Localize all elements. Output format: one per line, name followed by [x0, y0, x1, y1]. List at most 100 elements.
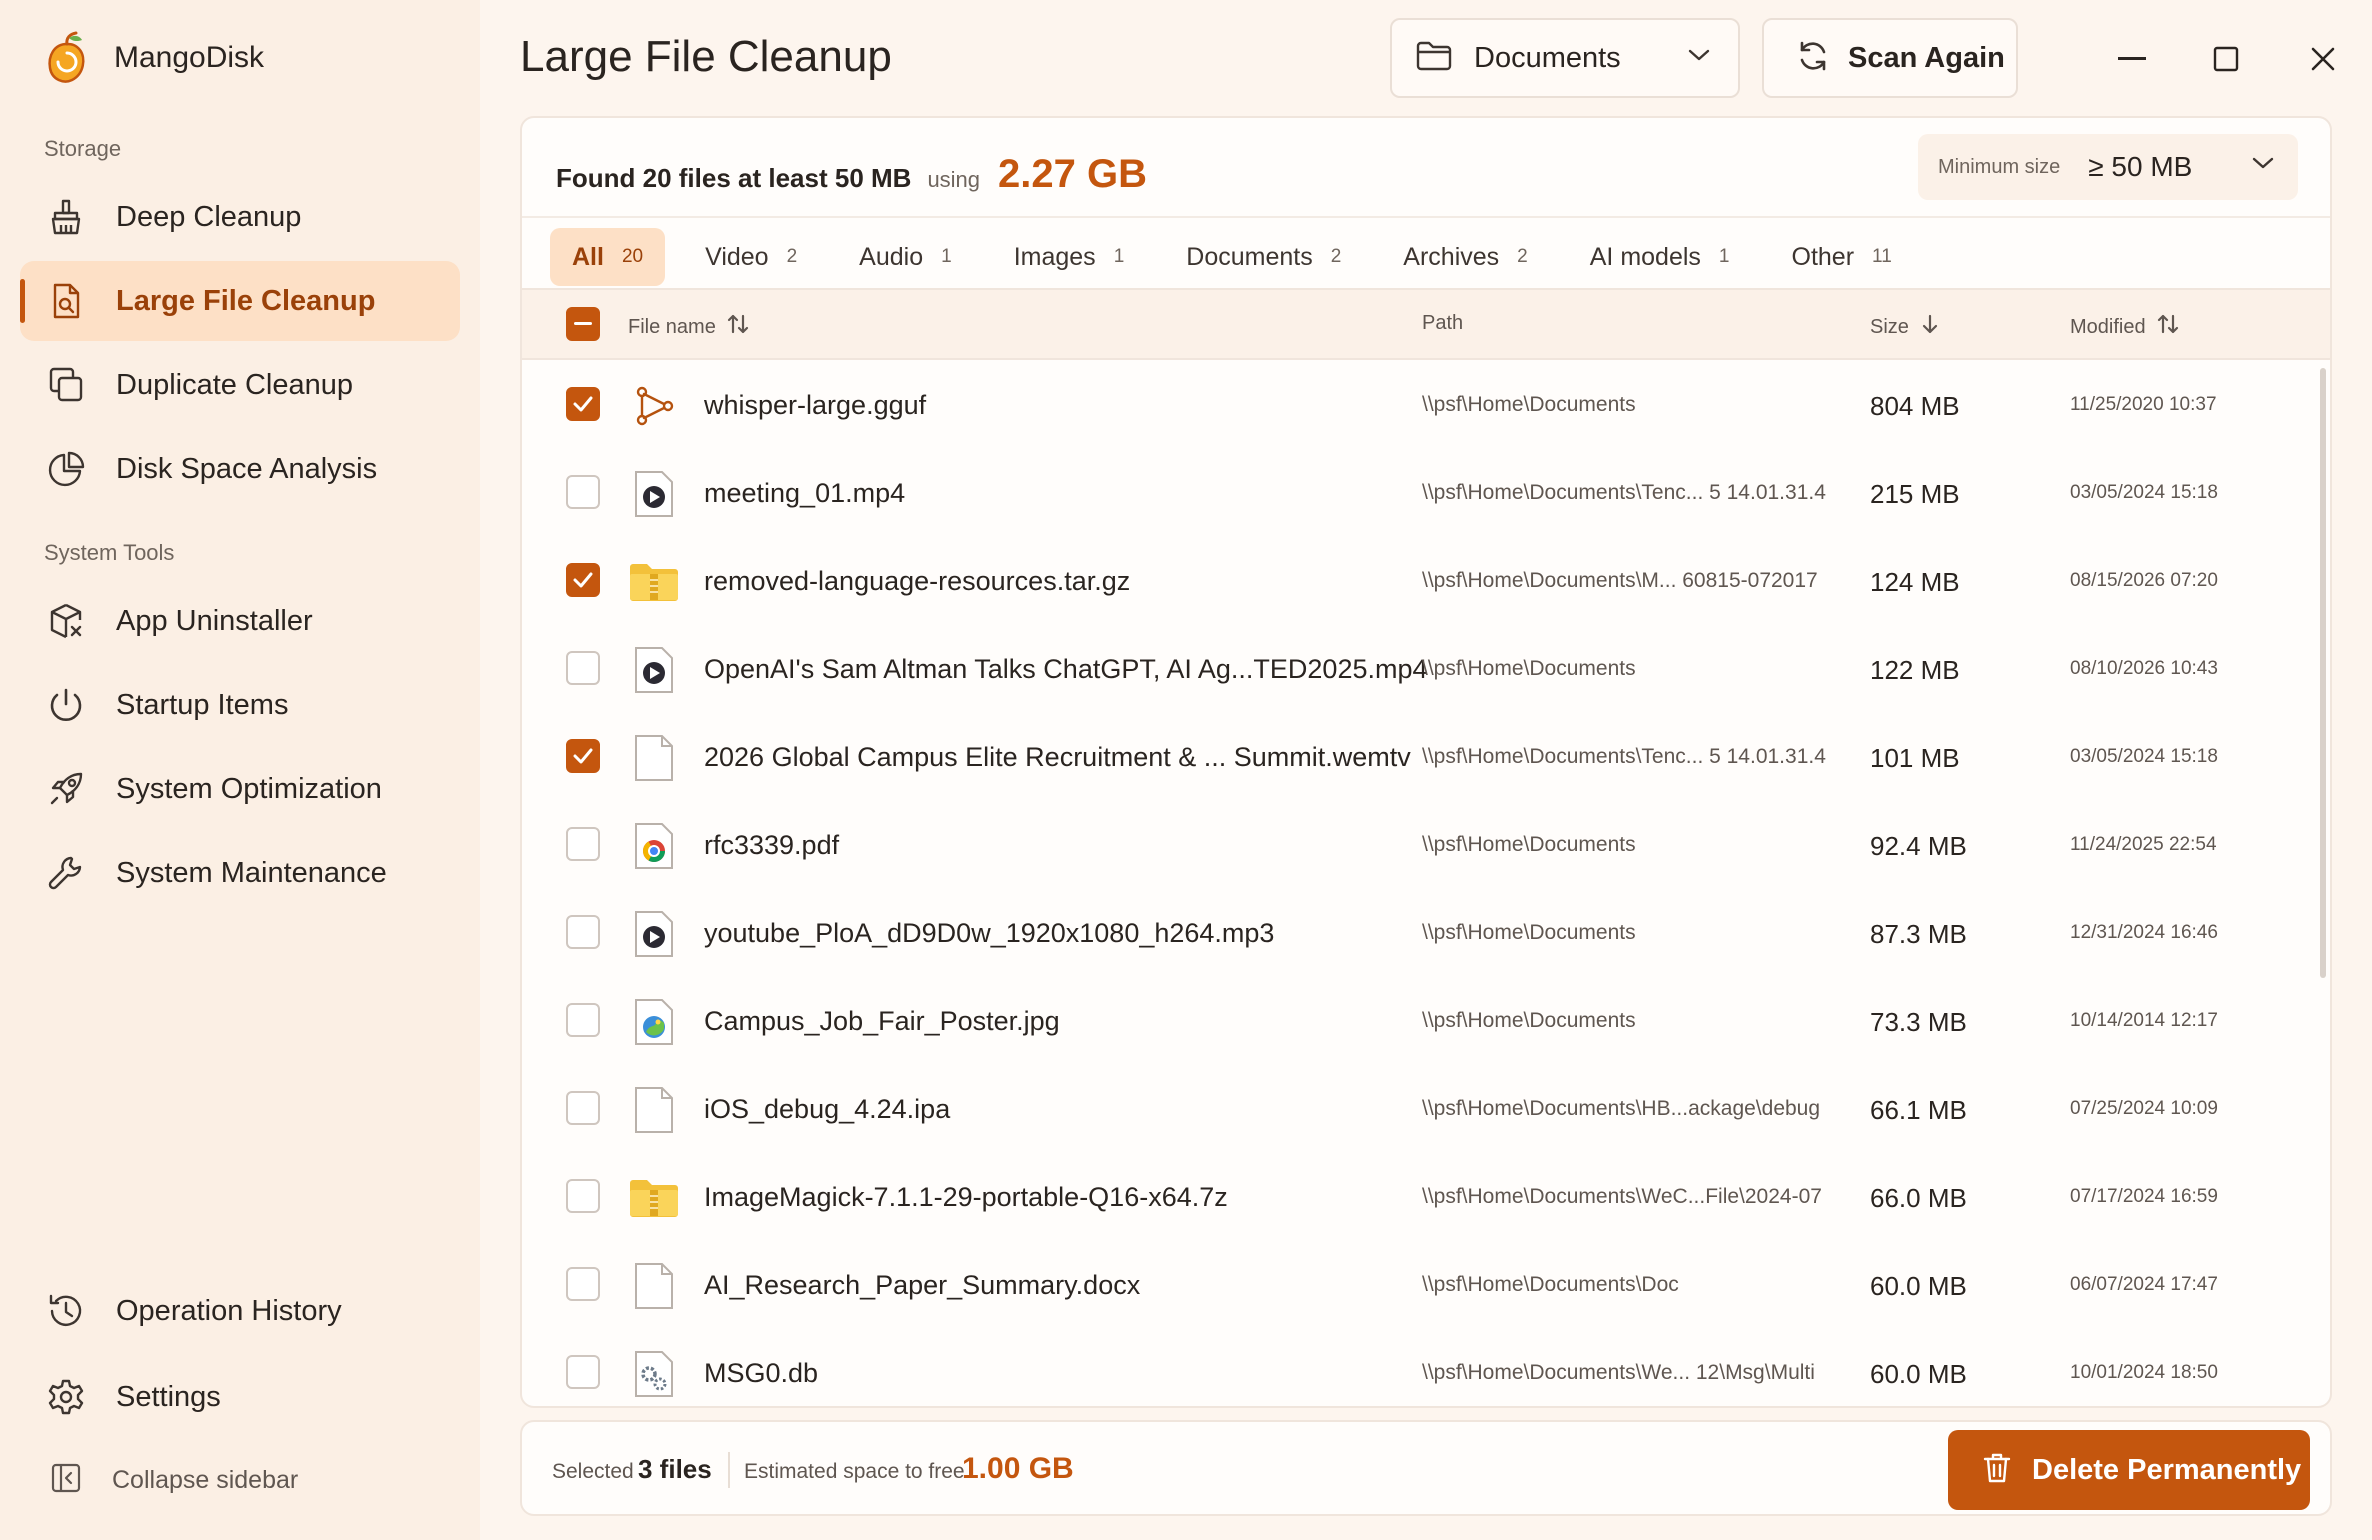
table-row[interactable]: 2026 Global Campus Elite Recruitment & .…: [522, 712, 2330, 800]
gear-icon: [46, 1377, 86, 1417]
file-size: 122 MB: [1870, 655, 1960, 685]
file-size: 87.3 MB: [1870, 919, 1967, 949]
sidebar-item-system-optimization[interactable]: System Optimization: [20, 749, 460, 829]
tab-other[interactable]: Other 11: [1770, 228, 1914, 286]
row-checkbox[interactable]: [566, 827, 600, 861]
collapse-sidebar-button[interactable]: Collapse sidebar: [50, 1462, 298, 1499]
column-size[interactable]: Size: [1870, 312, 1941, 342]
file-modified: 12/31/2024 16:46: [2070, 922, 2218, 943]
tab-count: 2: [1330, 246, 1342, 267]
column-label: Path: [1422, 312, 1464, 334]
sidebar-item-large-file-cleanup[interactable]: Large File Cleanup: [20, 261, 460, 341]
history-icon: [46, 1291, 86, 1331]
row-checkbox[interactable]: [566, 1179, 600, 1213]
file-name: rfc3339.pdf: [704, 830, 840, 860]
column-file-name[interactable]: File name: [628, 312, 750, 342]
row-checkbox[interactable]: [566, 739, 600, 773]
app-name: MangoDisk: [114, 41, 265, 74]
tab-count: 11: [1872, 246, 1892, 267]
column-label: File name: [628, 315, 716, 338]
folder-select[interactable]: Documents: [1390, 18, 1740, 98]
tab-documents[interactable]: Documents 2: [1164, 228, 1363, 286]
file-modified: 07/17/2024 16:59: [2070, 1186, 2218, 1207]
table-row[interactable]: iOS_debug_4.24.ipa \\psf\Home\Documents\H…: [522, 1064, 2330, 1152]
sidebar-item-label: Duplicate Cleanup: [116, 368, 353, 401]
table-row[interactable]: Campus_Job_Fair_Poster.jpg \\psf\Home\Doc…: [522, 976, 2330, 1064]
estimate-value: 1.00 GB: [962, 1452, 1074, 1485]
tab-images[interactable]: Images 1: [992, 228, 1147, 286]
mango-logo-icon: [48, 31, 85, 83]
tab-video[interactable]: Video 2: [683, 228, 819, 286]
rocket-icon: [46, 769, 86, 809]
tab-all[interactable]: All 20: [550, 228, 666, 286]
vertical-scrollbar[interactable]: [2320, 368, 2326, 978]
table-row[interactable]: rfc3339.pdf \\psf\Home\Documents 92.4 MB 11…: [522, 800, 2330, 888]
trash-icon: [1982, 1452, 2012, 1489]
file-size: 60.0 MB: [1870, 1359, 1967, 1389]
table-row[interactable]: OpenAI's Sam Altman Talks ChatGPT, AI Ag…: [522, 624, 2330, 712]
minimum-size-select[interactable]: Minimum size ≥ 50 MB: [1918, 134, 2298, 200]
sidebar-item-startup-items[interactable]: Startup Items: [20, 665, 460, 745]
sidebar-item-disk-space-analysis[interactable]: Disk Space Analysis: [20, 429, 460, 509]
minimize-button[interactable]: [2107, 34, 2157, 84]
sidebar-item-system-maintenance[interactable]: System Maintenance: [20, 833, 460, 913]
tab-audio[interactable]: Audio 1: [837, 228, 974, 286]
maximize-button[interactable]: [2201, 34, 2251, 84]
table-row[interactable]: ImageMagick-7.1.1-29-portable-Q16-x64.7z…: [522, 1152, 2330, 1240]
close-button[interactable]: [2298, 34, 2348, 84]
scan-again-button[interactable]: Scan Again: [1762, 18, 2018, 98]
column-modified[interactable]: Modified: [2070, 312, 2180, 342]
search-file-icon: [46, 281, 86, 321]
sidebar-item-duplicate-cleanup[interactable]: Duplicate Cleanup: [20, 345, 460, 425]
row-checkbox[interactable]: [566, 1267, 600, 1301]
blank-file-icon: [628, 732, 680, 784]
column-path[interactable]: Path: [1422, 312, 1463, 335]
sidebar-collapse-icon: [50, 1462, 82, 1499]
sidebar-item-label: Startup Items: [116, 688, 289, 721]
file-path: \\psf\Home\Documents\M... 60815-072017: [1422, 569, 1818, 592]
file-modified: 08/10/2026 10:43: [2070, 658, 2218, 679]
sidebar-item-app-uninstaller[interactable]: App Uninstaller: [20, 581, 460, 661]
tab-label: Other: [1791, 242, 1855, 271]
refresh-icon: [1796, 39, 1830, 78]
tab-archives[interactable]: Archives 2: [1381, 228, 1549, 286]
row-checkbox[interactable]: [566, 387, 600, 421]
package-remove-icon: [46, 601, 86, 641]
row-checkbox[interactable]: [566, 1091, 600, 1125]
row-checkbox[interactable]: [566, 563, 600, 597]
sidebar-item-operation-history[interactable]: Operation History: [20, 1271, 460, 1351]
table-row[interactable]: AI_Research_Paper_Summary.docx \\psf\Home…: [522, 1240, 2330, 1328]
scan-summary: Found 20 files at least 50 MB using 2.27…: [556, 152, 1147, 197]
row-checkbox[interactable]: [566, 915, 600, 949]
table-row[interactable]: meeting_01.mp4 \\psf\Home\Documents\Tenc.…: [522, 448, 2330, 536]
file-path: \\psf\Home\Documents\HB...ackage\debug: [1422, 1097, 1821, 1120]
summary-found: Found 20 files at least 50 MB: [556, 163, 912, 193]
sort-both-icon: [2156, 312, 2180, 342]
table-row[interactable]: youtube_PloA_dD9D0w_1920x1080_h264.mp3 \\…: [522, 888, 2330, 976]
file-path: \\psf\Home\Documents\Tenc... 5 14.01.31.…: [1422, 745, 1826, 768]
file-modified: 08/15/2026 07:20: [2070, 570, 2218, 591]
model-graph-icon: [628, 380, 680, 432]
video-file-icon: [628, 908, 680, 960]
row-checkbox[interactable]: [566, 651, 600, 685]
row-checkbox[interactable]: [566, 1355, 600, 1389]
table-row[interactable]: whisper-large.gguf \\psf\Home\Documents 80…: [522, 360, 2330, 448]
tab-ai-models[interactable]: AI models 1: [1568, 228, 1752, 286]
sidebar-item-label: System Optimization: [116, 772, 382, 805]
selected-count: 3 files: [638, 1454, 712, 1484]
file-size: 66.0 MB: [1870, 1183, 1967, 1213]
broom-icon: [46, 197, 86, 237]
table-row[interactable]: MSG0.db \\psf\Home\Documents\We... 12\Msg…: [522, 1328, 2330, 1406]
file-name: 2026 Global Campus Elite Recruitment & .…: [704, 742, 1411, 772]
sidebar-item-settings[interactable]: Settings: [20, 1357, 460, 1437]
select-all-checkbox[interactable]: [566, 307, 600, 341]
row-checkbox[interactable]: [566, 1003, 600, 1037]
sort-descending-icon: [1919, 312, 1941, 342]
selected-label: Selected: [552, 1460, 634, 1483]
table-row[interactable]: removed-language-resources.tar.gz \\psf\H…: [522, 536, 2330, 624]
sidebar-item-deep-cleanup[interactable]: Deep Cleanup: [20, 177, 460, 257]
collapse-sidebar-label: Collapse sidebar: [112, 1466, 299, 1494]
row-checkbox[interactable]: [566, 475, 600, 509]
file-path: \\psf\Home\Documents\Doc: [1422, 1273, 1679, 1296]
delete-permanently-button[interactable]: Delete Permanently: [1948, 1430, 2310, 1510]
